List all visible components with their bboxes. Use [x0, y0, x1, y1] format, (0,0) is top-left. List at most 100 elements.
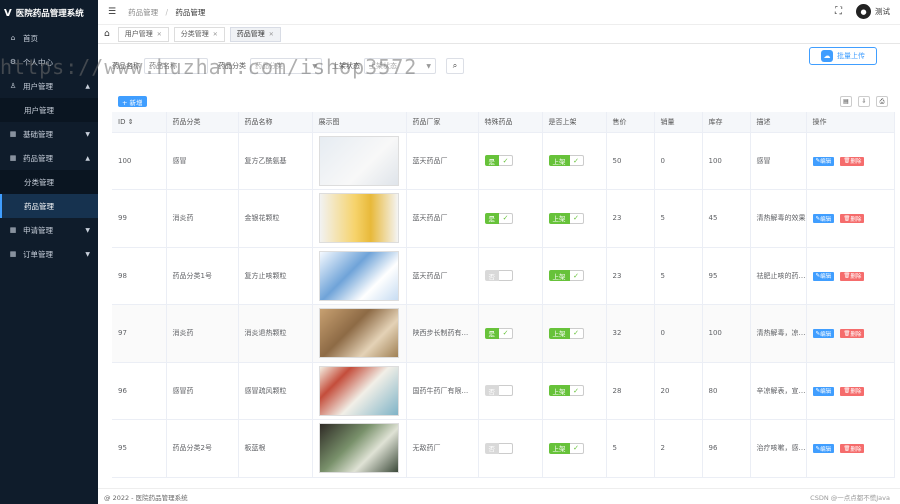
edit-button[interactable]: ✎ 编辑 [812, 156, 835, 166]
special-toggle[interactable]: 是 ✓ [484, 327, 513, 339]
drug-thumbnail[interactable] [318, 365, 399, 416]
add-button[interactable]: + 新增 [118, 96, 147, 107]
shelf-toggle[interactable]: 上架 ✓ [548, 155, 584, 167]
check-icon: ✓ [569, 270, 584, 282]
export-icon[interactable]: ⇩ [858, 96, 870, 107]
breadcrumb-item[interactable]: 药品管理 [128, 8, 158, 17]
sidebar-item-base-management[interactable]: ▦ 基础管理 ▼ [0, 122, 98, 146]
tag-user-management[interactable]: 用户管理 ✕ [117, 26, 169, 42]
sidebar-subitem-drugs[interactable]: 药品管理 [0, 194, 98, 218]
delete-button[interactable]: 🗑 删除 [840, 271, 865, 281]
shelf-toggle[interactable]: 上架 ✓ [548, 385, 584, 397]
batch-upload-button[interactable]: ☁ 批量上传 [809, 47, 877, 65]
username[interactable]: 测试 [875, 6, 890, 17]
home-icon: ⌂ [10, 34, 16, 42]
table-row[interactable]: 97 消炎药 消炎退热颗粒 陕西步长制药有... 是 ✓ 上架 ✓ 32 0 100… [112, 304, 895, 363]
column-header: 操作 [806, 112, 895, 133]
table-row[interactable]: 95 药品分类2号 板蓝根 无敌药厂 否✓ 上架✓ 5 2 96 治疗咳嗽，感冒… [112, 419, 895, 478]
table-row[interactable]: 99 消炎药 金银花颗粒 蓝天药品厂 是 ✓ 上架 ✓ 23 5 45 清热解毒的效… [112, 189, 895, 248]
cell-category: 消炎药 [166, 189, 239, 248]
delete-button[interactable]: 🗑 删除 [840, 214, 865, 223]
app-root: V 医院药品管理系统 ⌂ 首页 ⚙ 个人中心 ♙ 用户管理 ▲ 用户管理 ▦ 基… [0, 0, 900, 504]
cell-name: 金银花颗粒 [238, 189, 313, 248]
column-header: 是否上架 [542, 112, 607, 133]
drug-thumbnail[interactable] [318, 193, 399, 244]
app-logo: V 医院药品管理系统 [0, 0, 98, 26]
delete-button[interactable]: 🗑 删除 [840, 156, 865, 166]
delete-button[interactable]: 🗑 删除 [840, 329, 865, 338]
sidebar-item-orders[interactable]: ▦ 订单管理 ▼ [0, 242, 98, 266]
close-icon[interactable]: ✕ [213, 31, 218, 38]
sidebar-subitem-categories[interactable]: 分类管理 [0, 170, 98, 194]
column-header: 药品名称 [238, 112, 313, 133]
sort-icon[interactable]: ⇕ [128, 118, 134, 126]
toggle-label: 是 [484, 327, 499, 339]
cell-id: 96 [112, 362, 167, 420]
special-toggle[interactable]: 否✓ [484, 270, 513, 282]
column-header: 展示图 [312, 112, 407, 133]
table-row[interactable]: 98 药品分类1号 复方止咳颗粒 蓝天药品厂 否✓ 上架✓ 23 5 95 祛肥… [112, 247, 895, 305]
footer-credit: CSDN @一点点都不慌Java [810, 493, 890, 502]
special-toggle[interactable]: 是 ✓ [484, 155, 513, 167]
cell-price: 32 [606, 304, 655, 363]
shelf-toggle[interactable]: 上架 ✓ [548, 327, 584, 339]
toggle-label: 否 [484, 270, 499, 282]
delete-button[interactable]: 🗑 删除 [840, 386, 865, 396]
table-header-row: ID ⇕ 药品分类 药品名称 展示图 药品厂家 特殊药品 是否上架 售价 销量 … [112, 112, 895, 133]
shelf-toggle[interactable]: 上架 ✓ [548, 270, 584, 282]
cell-special: 否✓ [478, 247, 543, 305]
close-icon[interactable]: ✕ [157, 31, 162, 38]
toggle-label: 是 [484, 155, 499, 167]
sidebar-item-label: 用户管理 [23, 81, 53, 91]
cell-sales: 0 [654, 304, 703, 363]
print-icon[interactable]: ⎙ [876, 96, 888, 107]
special-toggle[interactable]: 否✓ [484, 385, 513, 397]
cell-actions: ✎ 编辑 🗑 删除 [806, 132, 895, 190]
edit-button[interactable]: ✎ 编辑 [812, 444, 835, 453]
avatar[interactable]: ● [856, 4, 871, 19]
drug-thumbnail[interactable] [318, 423, 399, 474]
special-toggle[interactable]: 否✓ [484, 442, 513, 454]
home-icon[interactable]: ⌂ [104, 29, 110, 39]
sidebar-item-home[interactable]: ⌂ 首页 [0, 26, 98, 50]
column-header[interactable]: ID ⇕ [112, 112, 167, 133]
drug-thumbnail[interactable] [318, 135, 399, 186]
toggle-label: 上架 [548, 212, 570, 224]
toggle-label: 上架 [548, 385, 570, 397]
toggle-label: 上架 [548, 442, 570, 454]
menu-toggle-icon[interactable]: ☰ [108, 7, 116, 17]
columns-icon[interactable]: ▤ [840, 96, 852, 107]
special-toggle[interactable]: 是 ✓ [484, 212, 513, 224]
toggle-label: 是 [484, 212, 499, 224]
tag-label: 药品管理 [236, 30, 265, 38]
chevron-down-icon: ▼ [426, 62, 431, 70]
drug-table: ID ⇕ 药品分类 药品名称 展示图 药品厂家 特殊药品 是否上架 售价 销量 … [112, 112, 895, 478]
delete-button[interactable]: 🗑 删除 [840, 444, 865, 453]
edit-button[interactable]: ✎ 编辑 [812, 214, 835, 223]
cell-maker: 无敌药厂 [406, 419, 479, 478]
sidebar-item-applications[interactable]: ▦ 申请管理 ▼ [0, 218, 98, 242]
tag-category-management[interactable]: 分类管理 ✕ [173, 26, 225, 42]
edit-button[interactable]: ✎ 编辑 [812, 329, 835, 338]
shelf-toggle[interactable]: 上架 ✓ [548, 212, 584, 224]
check-icon: ✓ [499, 212, 513, 224]
tag-drug-management[interactable]: 药品管理 ✕ [229, 26, 281, 42]
sidebar-subitem-users[interactable]: 用户管理 [0, 98, 98, 122]
drug-thumbnail[interactable] [318, 308, 399, 359]
chevron-up-icon: ▲ [85, 82, 90, 90]
breadcrumb-separator: / [165, 7, 168, 17]
drug-thumbnail[interactable] [318, 250, 399, 301]
logo-icon: V [4, 7, 12, 19]
sidebar-item-drug-management[interactable]: ▦ 药品管理 ▲ [0, 146, 98, 170]
search-button[interactable]: ⌕ [446, 58, 464, 74]
shelf-toggle[interactable]: 上架 ✓ [548, 442, 584, 454]
cell-image [312, 362, 407, 420]
fullscreen-icon[interactable]: ⛶ [835, 6, 842, 17]
edit-button[interactable]: ✎ 编辑 [812, 386, 835, 396]
close-icon[interactable]: ✕ [269, 31, 274, 38]
edit-button[interactable]: ✎ 编辑 [812, 271, 835, 281]
grid-icon: ▦ [9, 130, 17, 138]
table-row[interactable]: 96 感冒药 感冒疏风颗粒 国药牛药厂有限... 否✓ 上架✓ 28 20 80… [112, 362, 895, 420]
check-icon: ✓ [499, 327, 513, 339]
table-row[interactable]: 100 感冒 复方乙酰氨基 蓝天药品厂 是 ✓ 上架 ✓ 50 0 100 感冒 ✎… [112, 132, 895, 190]
